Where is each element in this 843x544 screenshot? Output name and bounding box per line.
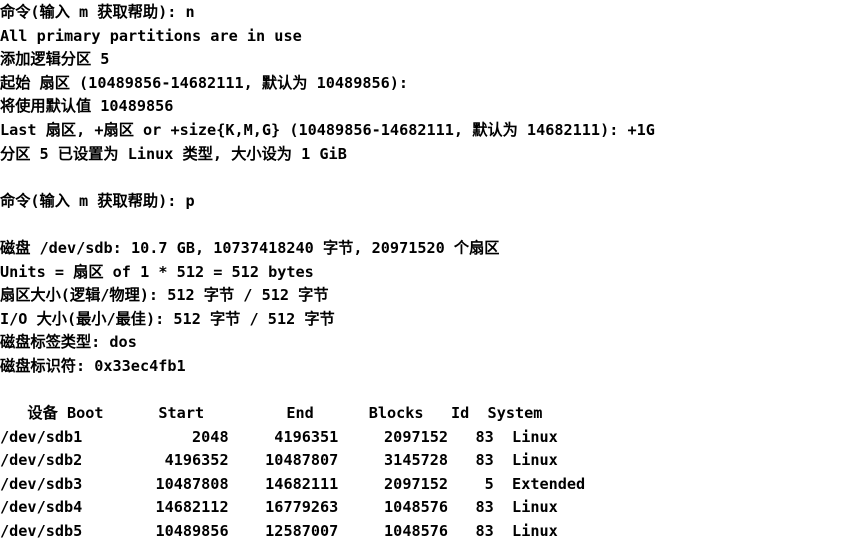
terminal-line-disk-summary: 磁盘 /dev/sdb: 10.7 GB, 10737418240 字节, 20…	[0, 238, 500, 257]
terminal-line-disklabel-type-line: 磁盘标签类型: dos	[0, 333, 137, 352]
terminal-line-row-sdb1: /dev/sdb1 2048 4196351 2097152 83 Linux	[0, 427, 558, 446]
terminal-line-last-sector-prompt: Last 扇区, +扇区 or +size{K,M,G} (10489856-1…	[0, 120, 655, 139]
terminal-line-blank-2	[0, 213, 843, 237]
terminal-line-blank-1	[0, 166, 843, 190]
terminal-line-blank-3	[0, 379, 843, 403]
terminal-line-row-sdb5: /dev/sdb5 10489856 12587007 1048576 83 L…	[0, 522, 558, 541]
terminal-line-sector-size-line: 扇区大小(逻辑/物理): 512 字节 / 512 字节	[0, 286, 329, 305]
terminal-line-io-size-line: I/O 大小(最小/最佳): 512 字节 / 512 字节	[0, 309, 335, 328]
terminal-line-partition-set-notice: 分区 5 已设置为 Linux 类型, 大小设为 1 GiB	[0, 144, 347, 163]
terminal-line-prompt-print-table: 命令(输入 m 获取帮助): p	[0, 191, 195, 210]
terminal-line-row-sdb4: /dev/sdb4 14682112 16779263 1048576 83 L…	[0, 498, 558, 517]
terminal-line-units-line: Units = 扇区 of 1 * 512 = 512 bytes	[0, 262, 314, 281]
terminal-line-row-sdb2: /dev/sdb2 4196352 10487807 3145728 83 Li…	[0, 451, 558, 470]
terminal-line-using-default-value: 将使用默认值 10489856	[0, 97, 174, 116]
terminal-line-row-sdb3: /dev/sdb3 10487808 14682111 2097152 5 Ex…	[0, 474, 586, 493]
terminal-line-disk-identifier-line: 磁盘标识符: 0x33ec4fb1	[0, 356, 186, 375]
terminal-line-first-sector-prompt: 起始 扇区 (10489856-14682111, 默认为 10489856):	[0, 73, 418, 92]
terminal-line-prompt-new-partition: 命令(输入 m 获取帮助): n	[0, 3, 195, 21]
terminal-line-adding-logical-part: 添加逻辑分区 5	[0, 50, 110, 69]
terminal-line-all-primary-in-use: All primary partitions are in use	[0, 26, 302, 45]
terminal-line-table-header: 设备 Boot Start End Blocks Id System	[0, 404, 543, 423]
terminal-output[interactable]: 命令(输入 m 获取帮助): n All primary partitions a…	[0, 0, 843, 540]
